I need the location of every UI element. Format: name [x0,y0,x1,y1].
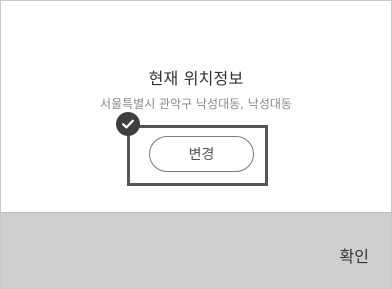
dialog-footer: 확인 [1,212,391,288]
change-location-button[interactable]: 변경 [149,136,254,172]
current-address: 서울특별시 관악구 낙성대동, 낙성대동 [100,97,292,111]
confirm-button[interactable]: 확인 [340,243,369,267]
dialog-title: 현재 위치정보 [148,69,244,88]
location-dialog: 현재 위치정보 서울특별시 관악구 낙성대동, 낙성대동 변경 확인 [0,0,392,289]
check-icon [116,112,140,136]
dialog-content: 현재 위치정보 서울특별시 관악구 낙성대동, 낙성대동 변경 [1,1,391,212]
